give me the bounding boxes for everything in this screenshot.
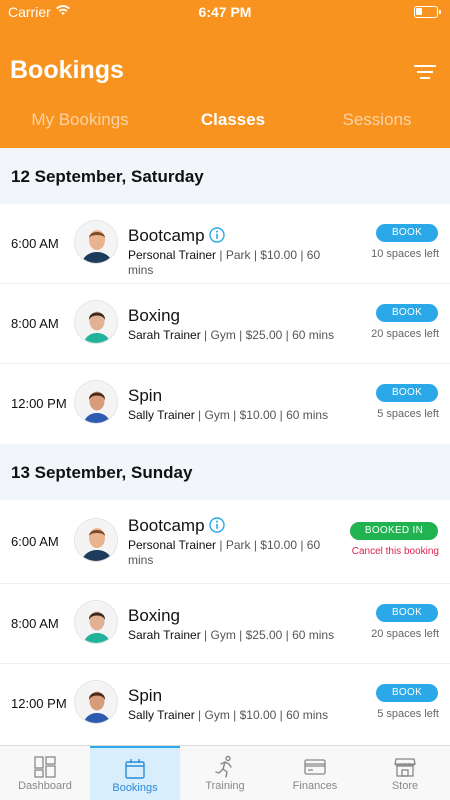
clock: 6:47 PM (198, 4, 252, 20)
class-time: 8:00 AM (11, 316, 59, 331)
class-meta: | Gym | $10.00 | 60 mins (194, 408, 329, 422)
class-detail: Sally Trainer | Gym | $10.00 | 60 mins (128, 708, 338, 723)
avatar (74, 380, 118, 424)
trainer-name: Sarah Trainer (128, 328, 201, 342)
dashboard-icon (34, 756, 56, 778)
tabbar-bookings[interactable]: Bookings (90, 746, 180, 800)
class-name-text: Bootcamp (128, 516, 205, 535)
class-detail: Sally Trainer | Gym | $10.00 | 60 mins (128, 408, 338, 423)
class-name: Bootcamp (128, 226, 225, 246)
class-name: Spin (128, 686, 163, 705)
class-meta: | Gym | $25.00 | 60 mins (200, 328, 335, 342)
avatar (74, 220, 118, 264)
tab-sessions[interactable]: Sessions (302, 110, 450, 130)
tabbar-label: Store (391, 780, 419, 792)
class-name: Boxing (128, 306, 180, 325)
class-name-text: Bootcamp (128, 226, 205, 245)
tabbar-label: Training (205, 780, 245, 792)
spaces-left: 5 spaces left (377, 708, 439, 720)
class-name: Bootcamp (128, 516, 225, 536)
spaces-left: 20 spaces left (371, 628, 439, 640)
calendar-icon (125, 759, 145, 779)
filter-icon[interactable] (414, 64, 436, 80)
class-row-spin[interactable]: 12:00 PM Spin Sally Trainer | Gym | $10.… (0, 364, 450, 444)
tab-my-bookings[interactable]: My Bookings (5, 110, 155, 130)
book-button[interactable]: BOOK (376, 224, 438, 242)
trainer-name: Sarah Trainer (128, 628, 201, 642)
book-button[interactable]: BOOK (376, 384, 438, 402)
book-button[interactable]: BOOK (376, 304, 438, 322)
battery-icon (414, 6, 441, 18)
class-time: 6:00 AM (11, 236, 59, 251)
status-bar: Carrier 6:47 PM (0, 0, 450, 24)
class-row-boxing[interactable]: 8:00 AM Boxing Sarah Trainer | Gym | $25… (0, 284, 450, 364)
running-icon (215, 755, 232, 778)
class-time: 12:00 PM (11, 696, 67, 711)
class-name: Boxing (128, 606, 180, 625)
tabbar-label: Finances (292, 780, 338, 792)
trainer-name: Personal Trainer (128, 538, 217, 552)
credit-card-icon (304, 759, 326, 775)
trainer-name: Sally Trainer (128, 708, 195, 722)
tabbar-label: Bookings (112, 782, 158, 794)
booked-in-button[interactable]: BOOKED IN (350, 522, 438, 540)
class-name: Spin (128, 386, 163, 405)
class-row-bootcamp[interactable]: 6:00 AM Bootcamp Personal Trainer | Park… (0, 204, 450, 284)
day-header: 13 September, Sunday (0, 444, 450, 500)
avatar (74, 680, 118, 724)
tabbar-training[interactable]: Training (180, 746, 270, 800)
class-detail: Personal Trainer | Park | $10.00 | 60 mi… (128, 248, 338, 278)
info-icon[interactable] (208, 517, 225, 533)
spaces-left: 10 spaces left (371, 248, 439, 260)
avatar (74, 300, 118, 344)
class-meta: | Gym | $25.00 | 60 mins (200, 628, 335, 642)
class-list: 12 September, Saturday 6:00 AM Bootcamp … (0, 148, 450, 745)
class-row-bootcamp[interactable]: 6:00 AM Bootcamp Personal Trainer | Park… (0, 500, 450, 584)
bookings-tabs: My Bookings Classes Sessions (0, 110, 450, 134)
tabbar-label: Dashboard (18, 780, 72, 792)
class-time: 8:00 AM (11, 616, 59, 631)
class-detail: Sarah Trainer | Gym | $25.00 | 60 mins (128, 328, 338, 343)
trainer-name: Sally Trainer (128, 408, 195, 422)
day-header: 12 September, Saturday (0, 148, 450, 204)
book-button[interactable]: BOOK (376, 604, 438, 622)
tabbar-store[interactable]: Store (360, 746, 450, 800)
tabbar-dashboard[interactable]: Dashboard (0, 746, 90, 800)
page-title: Bookings (10, 56, 124, 84)
bottom-tab-bar: Dashboard Bookings Training Finances Sto… (0, 745, 450, 800)
class-detail: Personal Trainer | Park | $10.00 | 60 mi… (128, 538, 333, 568)
cancel-booking-link[interactable]: Cancel this booking (352, 546, 439, 557)
avatar (74, 518, 118, 562)
class-row-boxing[interactable]: 8:00 AM Boxing Sarah Trainer | Gym | $25… (0, 584, 450, 664)
tab-classes[interactable]: Classes (158, 110, 308, 130)
class-detail: Sarah Trainer | Gym | $25.00 | 60 mins (128, 628, 338, 643)
class-time: 6:00 AM (11, 534, 59, 549)
spaces-left: 20 spaces left (371, 328, 439, 340)
app-header: Bookings My Bookings Classes Sessions (0, 24, 450, 148)
class-time: 12:00 PM (11, 396, 67, 411)
info-icon[interactable] (208, 227, 225, 243)
store-icon (394, 758, 416, 777)
book-button[interactable]: BOOK (376, 684, 438, 702)
class-meta: | Gym | $10.00 | 60 mins (194, 708, 329, 722)
trainer-name: Personal Trainer (128, 248, 217, 262)
tabbar-finances[interactable]: Finances (270, 746, 360, 800)
spaces-left: 5 spaces left (377, 408, 439, 420)
avatar (74, 600, 118, 644)
class-row-spin[interactable]: 12:00 PM Spin Sally Trainer | Gym | $10.… (0, 664, 450, 744)
